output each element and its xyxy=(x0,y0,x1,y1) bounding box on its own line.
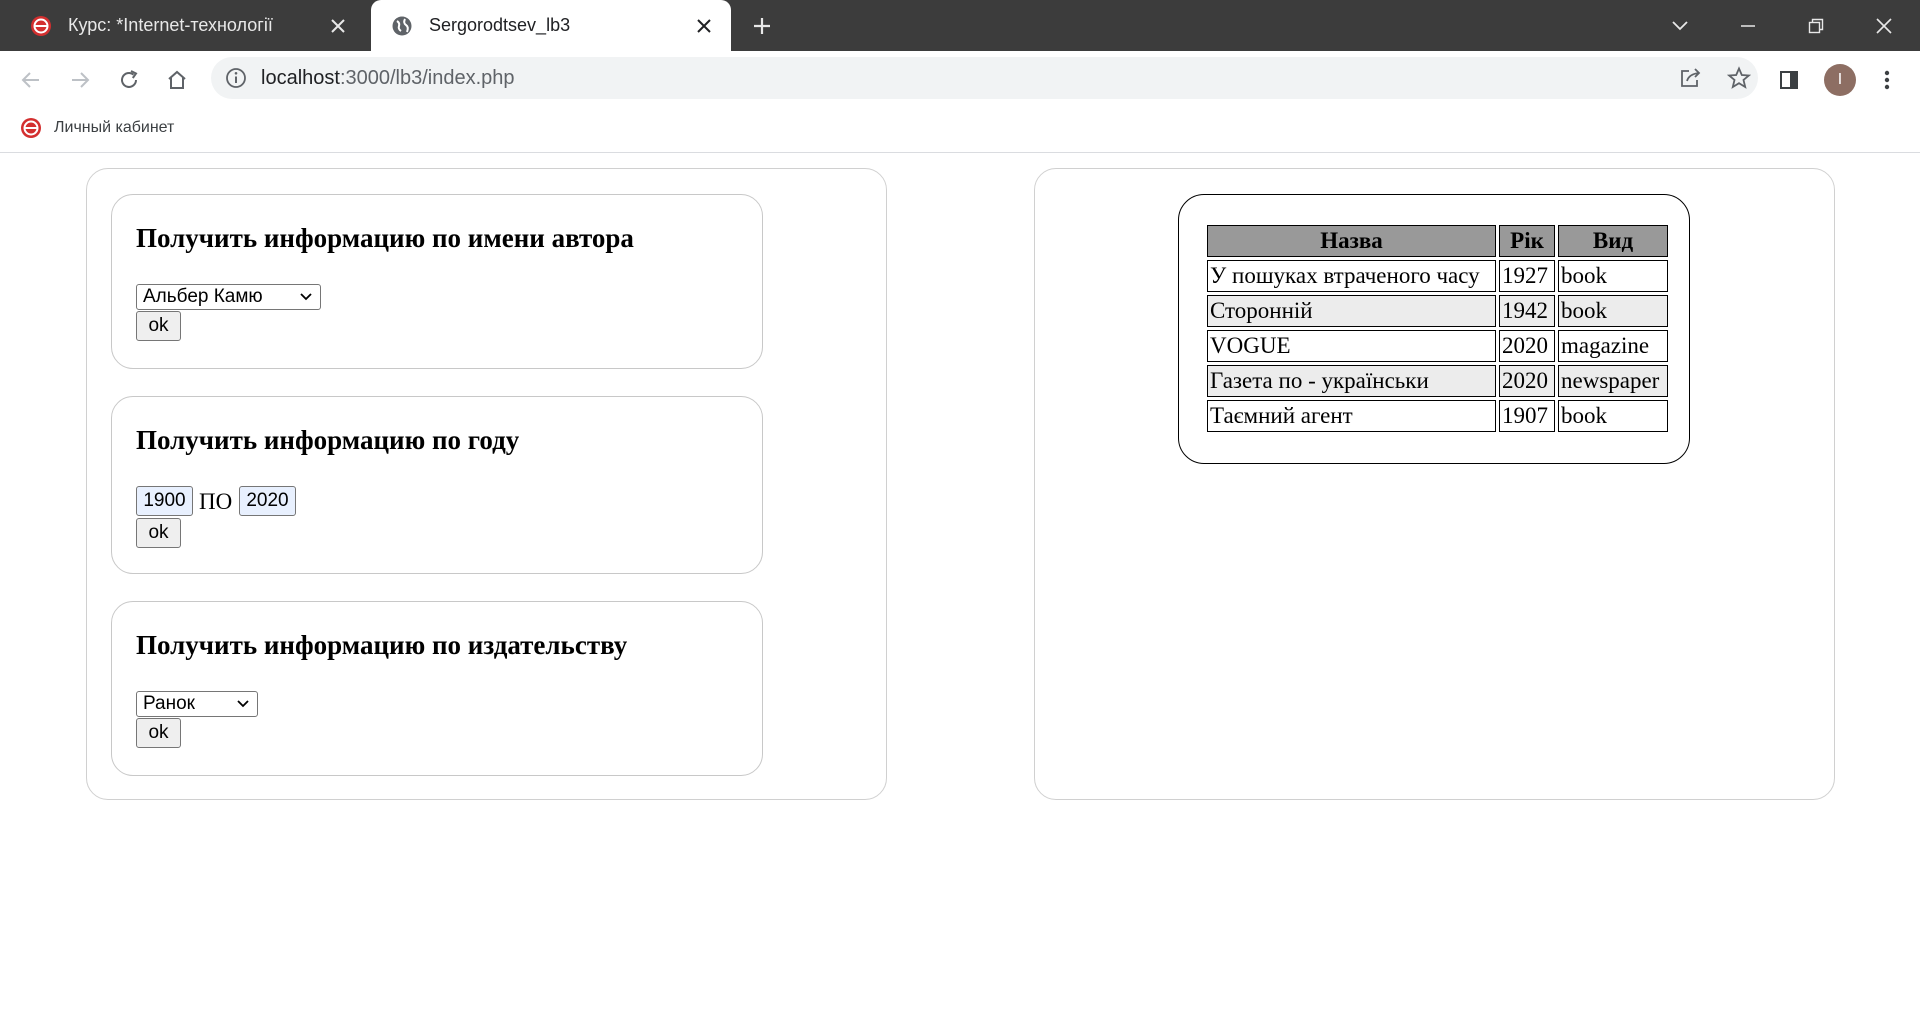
reload-button[interactable] xyxy=(112,63,146,97)
column-header-year: Рік xyxy=(1499,225,1555,257)
year-form: Получить информацию по году 1900 ПО 2020… xyxy=(111,396,763,574)
year-form-title: Получить информацию по году xyxy=(136,425,520,455)
menu-button[interactable] xyxy=(1870,63,1904,97)
bookmark-cabinet[interactable]: Личный кабинет xyxy=(20,117,174,139)
author-select[interactable]: Альбер Камю xyxy=(136,284,321,310)
site-logo-icon xyxy=(30,15,52,37)
cell-year: 2020 xyxy=(1499,330,1555,362)
table-row: У пошуках втраченого часу 1927 book xyxy=(1207,260,1668,292)
cell-title: Таємний агент xyxy=(1207,400,1496,432)
globe-icon xyxy=(391,15,413,37)
home-icon xyxy=(168,70,186,89)
home-button[interactable] xyxy=(160,63,194,97)
chevron-down-icon xyxy=(1672,21,1688,31)
side-panel-button[interactable] xyxy=(1772,63,1806,97)
results-card: Назва Рік Вид У пошуках втраченого часу … xyxy=(1178,194,1690,464)
browser-toolbar: localhost:3000/lb3/index.php I xyxy=(0,51,1920,107)
year-to-input[interactable]: 2020 xyxy=(239,486,296,516)
arrow-left-icon xyxy=(21,72,39,88)
tab-course[interactable]: Курс: *Internet-технології xyxy=(10,0,365,51)
forward-button[interactable] xyxy=(63,63,97,97)
bookmarks-bar: Личный кабинет xyxy=(0,107,1920,153)
close-tab-icon[interactable] xyxy=(689,11,719,41)
table-header-row: Назва Рік Вид xyxy=(1207,225,1668,257)
publisher-form-title: Получить информацию по издательству xyxy=(136,630,628,660)
cell-title: Сторонній xyxy=(1207,295,1496,327)
year-from-input[interactable]: 1900 xyxy=(136,486,193,516)
page-content: Получить информацию по имени автора Альб… xyxy=(0,154,1920,1020)
minimize-icon xyxy=(1741,25,1755,27)
cell-title: Газета по - українськи xyxy=(1207,365,1496,397)
cell-type: book xyxy=(1558,295,1668,327)
cell-year: 1907 xyxy=(1499,400,1555,432)
side-panel-icon xyxy=(1780,71,1798,89)
cell-title: У пошуках втраченого часу xyxy=(1207,260,1496,292)
close-icon xyxy=(1876,18,1892,34)
chevron-down-icon xyxy=(300,293,312,301)
close-tab-icon[interactable] xyxy=(323,11,353,41)
back-button[interactable] xyxy=(14,63,48,97)
tab-sergorodtsev[interactable]: Sergorodtsev_lb3 xyxy=(371,0,731,51)
author-select-value: Альбер Камю xyxy=(143,286,263,307)
table-row: Сторонній 1942 book xyxy=(1207,295,1668,327)
bookmark-label: Личный кабинет xyxy=(54,119,175,136)
publisher-submit-button[interactable]: ok xyxy=(136,718,181,748)
new-tab-button[interactable] xyxy=(747,11,777,41)
cell-type: newspaper xyxy=(1558,365,1668,397)
tab-strip: Курс: *Internet-технології Sergorodtsev_… xyxy=(0,0,1920,51)
info-icon[interactable] xyxy=(225,67,247,89)
tab-search-button[interactable] xyxy=(1662,8,1698,44)
url-text: localhost:3000/lb3/index.php xyxy=(261,67,515,89)
author-form-title: Получить информацию по имени автора xyxy=(136,223,634,253)
publisher-form: Получить информацию по издательству Рано… xyxy=(111,601,763,776)
tab-title: Курс: *Internet-технології xyxy=(68,15,273,35)
close-window-button[interactable] xyxy=(1866,8,1902,44)
arrow-right-icon xyxy=(72,72,90,88)
kebab-menu-icon xyxy=(1884,70,1890,90)
cell-year: 1927 xyxy=(1499,260,1555,292)
year-separator: ПО xyxy=(199,489,233,514)
cell-title: VOGUE xyxy=(1207,330,1496,362)
minimize-button[interactable] xyxy=(1730,8,1766,44)
table-row: VOGUE 2020 magazine xyxy=(1207,330,1668,362)
cell-year: 1942 xyxy=(1499,295,1555,327)
address-bar[interactable]: localhost:3000/lb3/index.php xyxy=(211,57,1758,99)
star-icon[interactable] xyxy=(1726,66,1752,95)
publisher-select[interactable]: Ранок xyxy=(136,691,258,717)
results-table: Назва Рік Вид У пошуках втраченого часу … xyxy=(1204,222,1671,435)
author-submit-button[interactable]: ok xyxy=(136,311,181,341)
restore-button[interactable] xyxy=(1798,8,1834,44)
author-form: Получить информацию по имени автора Альб… xyxy=(111,194,763,369)
results-panel: Назва Рік Вид У пошуках втраченого часу … xyxy=(1034,168,1835,800)
profile-avatar[interactable]: I xyxy=(1824,64,1856,96)
search-forms-panel: Получить информацию по имени автора Альб… xyxy=(86,168,887,800)
cell-type: book xyxy=(1558,260,1668,292)
reload-icon xyxy=(121,70,138,88)
cell-type: magazine xyxy=(1558,330,1668,362)
year-submit-button[interactable]: ok xyxy=(136,518,181,548)
plus-icon xyxy=(754,18,770,34)
restore-icon xyxy=(1808,18,1824,34)
site-logo-icon xyxy=(21,118,41,138)
tab-title: Sergorodtsev_lb3 xyxy=(429,15,571,35)
share-icon[interactable] xyxy=(1679,67,1703,94)
chevron-down-icon xyxy=(237,700,249,708)
cell-year: 2020 xyxy=(1499,365,1555,397)
table-row: Таємний агент 1907 book xyxy=(1207,400,1668,432)
column-header-title: Назва xyxy=(1207,225,1496,257)
publisher-select-value: Ранок xyxy=(143,693,195,714)
cell-type: book xyxy=(1558,400,1668,432)
table-row: Газета по - українськи 2020 newspaper xyxy=(1207,365,1668,397)
column-header-type: Вид xyxy=(1558,225,1668,257)
